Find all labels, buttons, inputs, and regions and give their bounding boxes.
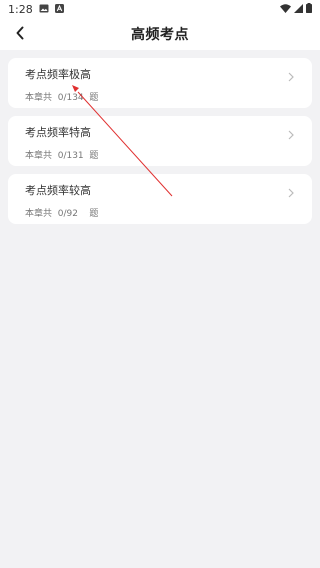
wifi-icon	[280, 3, 291, 16]
status-bar: 1:28	[0, 0, 320, 18]
topic-card-extra-high[interactable]: 考点频率特高 本章共 0/131 题	[8, 116, 312, 166]
topic-card-very-high[interactable]: 考点频率极高 本章共 0/134 题	[8, 58, 312, 108]
page-title: 高频考点	[131, 27, 189, 43]
app-notification-icon	[54, 3, 64, 16]
card-title: 考点频率较高	[25, 184, 91, 197]
chevron-right-icon	[288, 125, 294, 144]
back-button[interactable]	[10, 24, 30, 44]
nav-bar: 高频考点	[0, 18, 320, 50]
topic-card-high[interactable]: 考点频率较高 本章共 0/92 题	[8, 174, 312, 224]
card-title: 考点频率特高	[25, 126, 91, 139]
card-count: 本章共 0/131 题	[25, 151, 99, 161]
card-title: 考点频率极高	[25, 68, 91, 81]
chevron-left-icon	[15, 25, 25, 44]
battery-icon	[306, 2, 312, 16]
image-icon	[39, 3, 49, 16]
topic-list: 考点频率极高 本章共 0/134 题 考点频率特高 本章共 0/131 题 考点…	[0, 50, 320, 224]
card-count: 本章共 0/92 题	[25, 209, 99, 219]
card-count: 本章共 0/134 题	[25, 93, 99, 103]
chevron-right-icon	[288, 67, 294, 86]
status-time: 1:28	[8, 2, 33, 16]
signal-icon	[294, 3, 303, 16]
chevron-right-icon	[288, 183, 294, 202]
